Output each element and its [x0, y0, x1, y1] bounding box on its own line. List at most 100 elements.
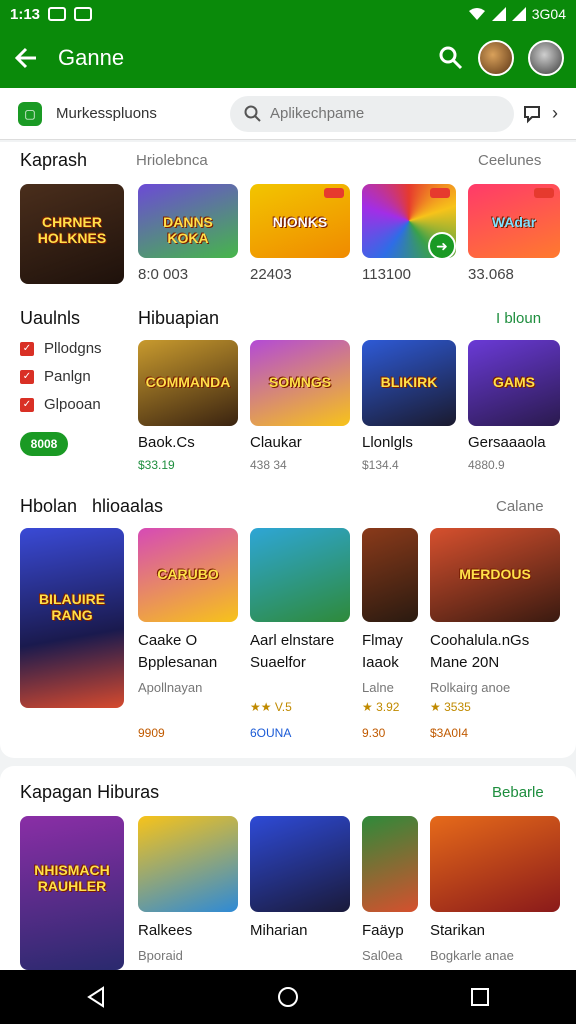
game-name[interactable]: Ralkees [138, 922, 192, 939]
store-label[interactable]: Murkesspluons [56, 105, 216, 122]
game-price: 438 34 [250, 458, 287, 472]
game-name[interactable]: Faäyp [362, 922, 404, 939]
page-title: Ganne [58, 45, 125, 70]
game-tile[interactable]: DANNS KOKA [138, 184, 238, 258]
game-name-line2: Mane 20N [430, 654, 500, 671]
game-logo: NHISMACH RAUHLER [34, 862, 110, 895]
game-tile[interactable] [250, 528, 350, 622]
featured-game-tile[interactable]: NHISMACH RAUHLER [20, 816, 124, 970]
game-logo: BILAUIRE RANG [38, 591, 106, 623]
game-name[interactable]: Flmay [362, 632, 403, 649]
game-name[interactable]: Caake O [138, 632, 197, 649]
game-price: $134.4 [362, 458, 399, 472]
game-name[interactable]: Gersaaaola [468, 434, 546, 451]
filter-option[interactable]: ✓ Panlgn [20, 368, 91, 385]
game-developer: Lalne [362, 680, 394, 695]
game-name[interactable]: Llonlgls [362, 434, 413, 451]
game-tile[interactable]: CARUBO [138, 528, 238, 622]
avatar[interactable] [478, 40, 514, 76]
filter-option[interactable]: ✓ Glpooan [20, 396, 101, 413]
game-name[interactable]: Aarl elnstare [250, 632, 334, 649]
game-developer: Bporaid [138, 948, 183, 963]
install-badge-icon: ➜ [428, 232, 456, 260]
game-tile[interactable]: WAdar [468, 184, 560, 258]
store-bar: ▢ Murkesspluons › [0, 88, 576, 140]
back-icon[interactable] [85, 986, 107, 1008]
store-icon[interactable]: ▢ [18, 101, 42, 126]
game-price: $33.19 [138, 458, 175, 472]
notification-icon [48, 7, 67, 21]
avatar[interactable] [528, 40, 564, 76]
see-more-link[interactable]: Bebarle [492, 784, 544, 801]
game-rating: ★ 3535 [430, 700, 471, 714]
game-name[interactable]: Baok.Cs [138, 434, 195, 451]
back-arrow-icon[interactable] [12, 44, 40, 72]
status-bar: 1:13 3G04 [0, 0, 576, 28]
featured-game-tile[interactable]: BILAUIRE RANG [20, 528, 124, 708]
notification-icon [74, 7, 93, 21]
system-nav-bar [0, 970, 576, 1024]
game-tile[interactable]: MERDOUS [430, 528, 560, 622]
game-price: 4880.9 [468, 458, 505, 472]
see-more-link[interactable]: Calane [496, 498, 544, 515]
checkbox[interactable]: ✓ [20, 369, 34, 384]
search-box[interactable] [230, 95, 514, 132]
game-tile[interactable] [250, 816, 350, 912]
game-name[interactable]: Starikan [430, 922, 485, 939]
search-icon [244, 105, 261, 122]
chevron-right-icon[interactable]: › [552, 103, 558, 124]
count-pill[interactable]: 8008 [20, 432, 68, 456]
game-tile[interactable]: NIONKS [250, 184, 350, 258]
home-icon[interactable] [277, 986, 299, 1008]
game-name[interactable]: Claukar [250, 434, 302, 451]
content-card: Kaprash Hriolebnca Ceelunes CHRNER HOLKN… [0, 142, 576, 758]
section-title: Kapagan Hiburas [20, 782, 160, 802]
recents-icon[interactable] [469, 986, 491, 1008]
game-tile[interactable] [430, 816, 560, 912]
chat-icon[interactable] [522, 104, 542, 124]
checkbox[interactable]: ✓ [20, 341, 34, 356]
game-logo: MERDOUS [459, 565, 531, 582]
battery-text: 3G04 [531, 6, 566, 22]
signal-icon [511, 7, 526, 21]
see-more-link[interactable]: I bloun [496, 310, 541, 327]
game-tile[interactable]: COMMANDA [138, 340, 238, 426]
game-logo: COMMANDA [145, 374, 231, 391]
game-logo: WAdar [491, 213, 537, 230]
game-tile[interactable] [362, 528, 418, 622]
game-logo: NIONKS [272, 213, 328, 230]
search-icon[interactable] [438, 45, 464, 71]
game-price: $3A0I4 [430, 726, 469, 740]
search-input[interactable] [270, 105, 490, 122]
see-more-link[interactable]: Ceelunes [478, 152, 541, 169]
filter-label: Pllodgns [44, 340, 102, 357]
game-name[interactable]: Miharian [250, 922, 308, 939]
game-price: 6OUNA [250, 726, 292, 740]
featured-game-tile[interactable]: CHRNER HOLKNES [20, 184, 124, 284]
game-logo: GAMS [493, 374, 535, 391]
game-developer: Rolkairg anoe [430, 680, 511, 695]
game-logo: DANNS KOKA [163, 213, 213, 246]
game-name-line2: Iaaok [362, 654, 399, 671]
section-title: Hibuapian [138, 308, 220, 328]
game-developer: Sal0ea [362, 948, 403, 963]
game-price: 9909 [138, 726, 165, 740]
game-value: 8:0 003 [138, 266, 189, 283]
signal-icon [491, 7, 506, 21]
game-tile[interactable]: GAMS [468, 340, 560, 426]
filter-label: Panlgn [44, 368, 91, 385]
filter-option[interactable]: ✓ Pllodgns [20, 340, 102, 357]
game-name[interactable]: Coohalula.nGs [430, 632, 529, 649]
game-tile[interactable]: BLIKIRK [362, 340, 456, 426]
game-tile[interactable] [362, 816, 418, 912]
game-tile[interactable] [138, 816, 238, 912]
game-price: 9.30 [362, 726, 386, 740]
section-subtitle: Hriolebnca [136, 152, 208, 169]
checkbox[interactable]: ✓ [20, 397, 34, 412]
game-rating: ★★ V.5 [250, 700, 292, 714]
filter-title: Uaulnls [20, 308, 81, 328]
game-tile[interactable]: SOMNGS [250, 340, 350, 426]
app-bar: Ganne [0, 28, 576, 88]
section-title: Hbolan [20, 496, 78, 516]
game-developer: Bogkarle anae [430, 948, 514, 963]
